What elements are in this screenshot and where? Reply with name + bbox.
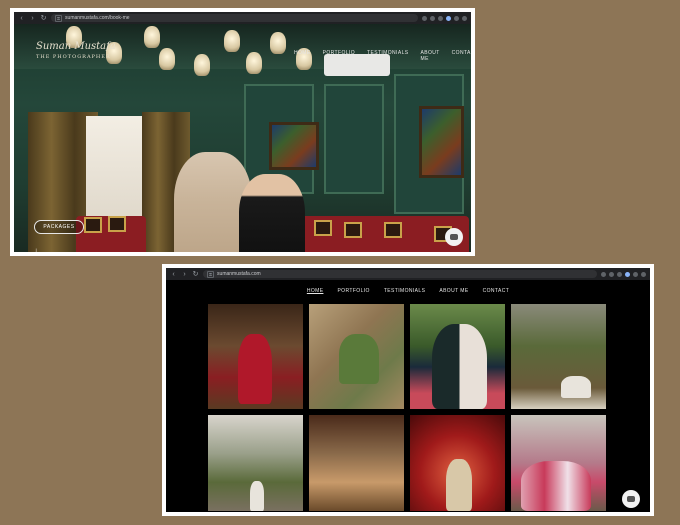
- pillow: [314, 220, 332, 236]
- site-nav: HOME PORTFOLIO TESTIMONIALS ABOUT ME CON…: [294, 50, 471, 62]
- nav-testimonials[interactable]: TESTIMONIALS: [384, 288, 425, 294]
- forward-arrow-icon[interactable]: ›: [29, 15, 36, 22]
- menu-icon[interactable]: [641, 271, 646, 277]
- browser-window: ‹ › ↻ ⚿ sumanmustafa.com/book-me Suman M…: [14, 12, 471, 252]
- refresh-icon[interactable]: ↻: [40, 14, 47, 22]
- nav-home[interactable]: HOME: [294, 50, 311, 62]
- nav-contact[interactable]: CONTACT: [483, 288, 510, 294]
- back-arrow-icon[interactable]: ‹: [18, 15, 25, 22]
- gallery-photo[interactable]: [208, 415, 303, 511]
- back-arrow-icon[interactable]: ‹: [170, 271, 177, 278]
- pillow: [384, 222, 402, 238]
- extension-icon[interactable]: [422, 15, 427, 21]
- chat-icon[interactable]: [622, 490, 640, 508]
- extension-icon[interactable]: [601, 271, 606, 277]
- logo-script: Suman Mustafa: [36, 41, 116, 52]
- browser-toolbar: ‹ › ↻ ⚿ sumanmustafa.com: [166, 268, 650, 280]
- bride-figure: [238, 334, 272, 404]
- wall-painting: [269, 122, 319, 170]
- gallery-photo[interactable]: [410, 415, 505, 511]
- nav-contact[interactable]: CONTACT: [452, 50, 471, 62]
- wall-panel: [324, 84, 384, 194]
- lantern-decoration: [144, 26, 160, 48]
- lantern-decoration: [246, 52, 262, 74]
- gallery-photo[interactable]: [208, 304, 303, 409]
- extension-icons: [422, 15, 467, 21]
- extension-icon[interactable]: [454, 15, 459, 21]
- couple-figure: [432, 324, 487, 409]
- extension-icons: [601, 271, 646, 277]
- groom-figure: [239, 174, 305, 252]
- address-bar[interactable]: ⚿ sumanmustafa.com/book-me: [51, 14, 418, 22]
- logo-subtitle: THE PHOTOGRAPHER: [36, 54, 111, 60]
- browser-toolbar: ‹ › ↻ ⚿ sumanmustafa.com/book-me: [14, 12, 471, 24]
- down-arrow-icon[interactable]: ↓: [34, 246, 38, 252]
- family-figure: [521, 461, 591, 511]
- chat-icon[interactable]: [445, 228, 463, 246]
- address-bar[interactable]: ⚿ sumanmustafa.com: [203, 270, 597, 278]
- extension-icon[interactable]: [438, 15, 443, 21]
- gallery-photo[interactable]: [511, 304, 606, 409]
- gallery-photo[interactable]: [410, 304, 505, 409]
- nav-portfolio[interactable]: PORTFOLIO: [337, 288, 369, 294]
- lantern-decoration: [159, 48, 175, 70]
- woman-figure: [561, 376, 591, 398]
- gallery-photo[interactable]: [309, 304, 404, 409]
- bride-figure: [446, 459, 472, 511]
- site-info-icon[interactable]: ⚿: [207, 270, 215, 278]
- screenshot-home-gallery: ‹ › ↻ ⚿ sumanmustafa.com HOME PORTFOLIO …: [162, 264, 654, 516]
- url-text: sumanmustafa.com: [217, 271, 261, 277]
- gallery-photo[interactable]: [309, 415, 404, 511]
- lantern-decoration: [224, 30, 240, 52]
- refresh-icon[interactable]: ↻: [192, 270, 199, 278]
- pillow: [84, 217, 102, 233]
- browser-window: ‹ › ↻ ⚿ sumanmustafa.com HOME PORTFOLIO …: [166, 268, 650, 512]
- couple-figure: [339, 334, 379, 384]
- nav-about[interactable]: ABOUT ME: [439, 288, 468, 294]
- extension-icon[interactable]: [609, 271, 614, 277]
- packages-button[interactable]: PACKAGES: [34, 220, 84, 234]
- photo-grid: [208, 304, 606, 511]
- nav-about[interactable]: ABOUT ME: [421, 50, 440, 62]
- nav-home[interactable]: HOME: [307, 288, 324, 294]
- extension-icon[interactable]: [446, 15, 451, 21]
- bride-figure: [250, 481, 264, 511]
- nav-portfolio[interactable]: PORTFOLIO: [323, 50, 355, 62]
- extension-icon[interactable]: [625, 271, 630, 277]
- site-info-icon[interactable]: ⚿: [55, 14, 63, 22]
- forward-arrow-icon[interactable]: ›: [181, 271, 188, 278]
- extension-icon[interactable]: [617, 271, 622, 277]
- nav-testimonials[interactable]: TESTIMONIALS: [367, 50, 408, 62]
- url-text: sumanmustafa.com/book-me: [65, 15, 130, 21]
- site-logo[interactable]: Suman Mustafa THE PHOTOGRAPHER: [36, 42, 116, 60]
- site-nav: HOME PORTFOLIO TESTIMONIALS ABOUT ME CON…: [166, 288, 650, 294]
- screenshot-booking-page: ‹ › ↻ ⚿ sumanmustafa.com/book-me Suman M…: [10, 8, 475, 256]
- lantern-decoration: [194, 54, 210, 76]
- pillow: [344, 222, 362, 238]
- extension-icon[interactable]: [430, 15, 435, 21]
- gallery-photo[interactable]: [511, 415, 606, 511]
- pillow: [108, 216, 126, 232]
- extension-icon[interactable]: [633, 271, 638, 277]
- hero-photo: Suman Mustafa THE PHOTOGRAPHER HOME PORT…: [14, 24, 471, 252]
- wall-painting: [419, 106, 464, 178]
- menu-icon[interactable]: [462, 15, 467, 21]
- lantern-decoration: [270, 32, 286, 54]
